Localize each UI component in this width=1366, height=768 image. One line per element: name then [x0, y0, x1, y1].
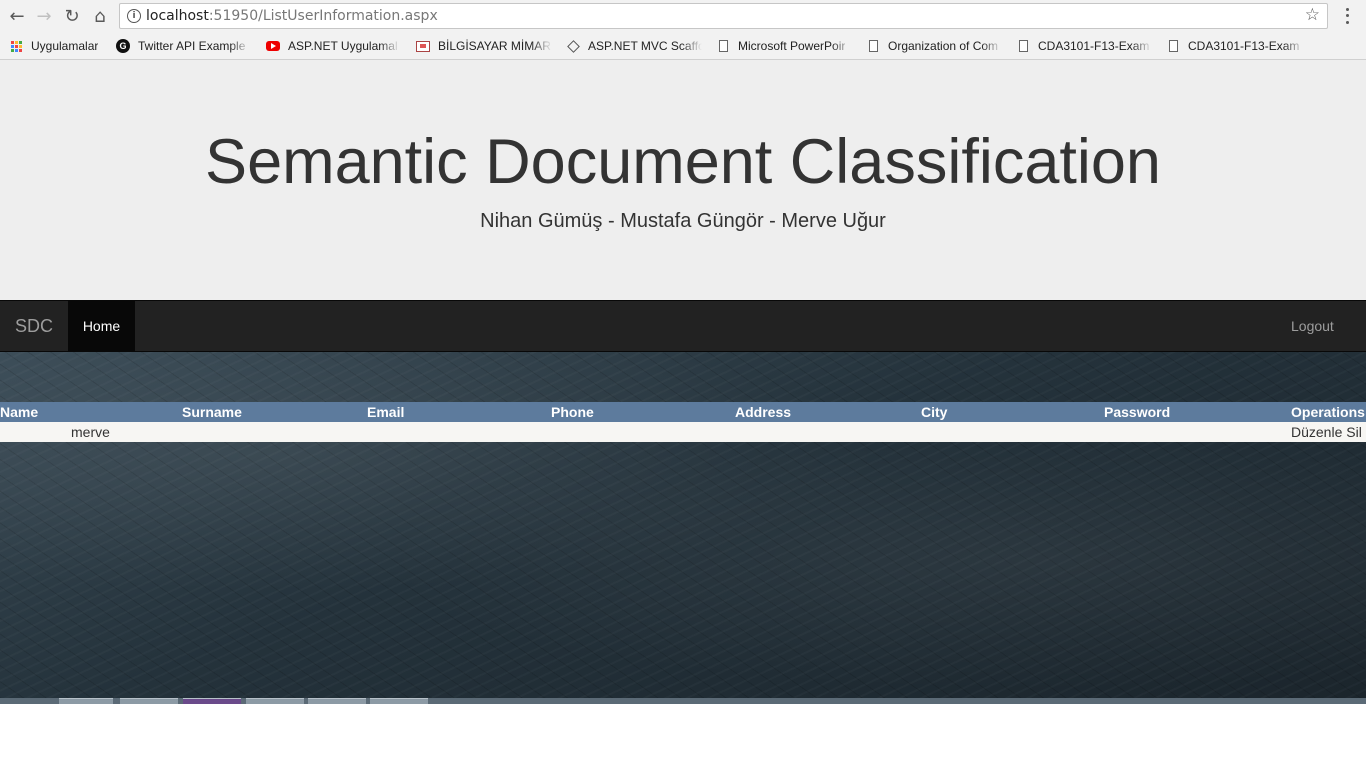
forward-arrow-icon[interactable]: → — [32, 4, 56, 28]
navbar-brand[interactable]: SDC — [15, 316, 53, 337]
diamond-icon — [566, 39, 580, 53]
cell-operations: Düzenle Sil — [1291, 422, 1366, 442]
bookmark-organization[interactable]: Organization of Com — [866, 37, 1002, 55]
delete-link[interactable]: Sil — [1346, 424, 1362, 440]
address-bar[interactable]: i localhost:51950/ListUserInformation.as… — [119, 3, 1328, 29]
taskbar-button[interactable] — [183, 698, 241, 704]
home-icon[interactable]: ⌂ — [88, 4, 112, 28]
page-title: Semantic Document Classification — [205, 127, 1161, 197]
bookmark-aspnet-mvc[interactable]: ASP.NET MVC Scaffo — [566, 37, 702, 55]
nav-logout-link[interactable]: Logout — [1291, 318, 1334, 334]
browser-toolbar: ← → ↻ ⌂ i localhost:51950/ListUserInform… — [0, 0, 1366, 32]
column-header-address: Address — [735, 402, 921, 422]
apps-grid-icon — [9, 39, 23, 53]
bookmark-star-icon[interactable]: ☆ — [1305, 5, 1320, 25]
edit-link[interactable]: Düzenle — [1291, 424, 1342, 440]
navbar: SDC Home Logout — [0, 300, 1366, 352]
column-header-operations: Operations — [1291, 402, 1366, 422]
bookmark-apps[interactable]: Uygulamalar — [9, 37, 109, 55]
browser-menu-icon[interactable] — [1340, 6, 1354, 26]
bookmark-aspnet-uygulama[interactable]: ASP.NET Uygulamal — [266, 37, 400, 55]
reload-icon[interactable]: ↻ — [60, 4, 84, 28]
column-header-surname: Surname — [182, 402, 367, 422]
column-header-phone: Phone — [551, 402, 735, 422]
info-icon[interactable]: i — [127, 9, 141, 23]
cell-email — [367, 422, 551, 442]
url-text[interactable]: localhost:51950/ListUserInformation.aspx — [146, 8, 438, 24]
taskbar-button[interactable] — [308, 698, 366, 704]
bookmarks-bar: Uygulamalar G Twitter API Example ASP.NE… — [0, 32, 1366, 60]
bookmark-cda3101-2[interactable]: CDA3101-F13-Exam — [1166, 37, 1304, 55]
cell-name: merve — [0, 422, 182, 442]
g-logo-icon: G — [116, 39, 130, 53]
user-table: Name Surname Email Phone Address City Pa… — [0, 402, 1366, 442]
cell-phone — [551, 422, 735, 442]
bookmark-twitter-api[interactable]: G Twitter API Example — [116, 37, 250, 55]
youtube-icon — [266, 41, 280, 51]
table-row: merve Düzenle Sil — [0, 422, 1366, 442]
taskbar-button[interactable] — [370, 698, 428, 704]
bookmark-cda3101-1[interactable]: CDA3101-F13-Exam — [1016, 37, 1152, 55]
cell-surname — [182, 422, 367, 442]
column-header-email: Email — [367, 402, 551, 422]
cell-address — [735, 422, 921, 442]
document-icon — [718, 40, 728, 52]
page-subtitle: Nihan Gümüş - Mustafa Güngör - Merve Uğu… — [480, 210, 886, 232]
taskbar-button[interactable] — [120, 698, 178, 704]
bookmark-bilgisayar-mimari[interactable]: BİLGİSAYAR MİMARİ — [416, 37, 552, 55]
document-icon — [868, 40, 878, 52]
document-icon — [1168, 40, 1178, 52]
column-header-city: City — [921, 402, 1104, 422]
taskbar-button[interactable] — [246, 698, 304, 704]
cell-password — [1104, 422, 1291, 442]
column-header-name: Name — [0, 402, 182, 422]
document-icon — [1018, 40, 1028, 52]
bookmark-powerpoint[interactable]: Microsoft PowerPoir — [716, 37, 852, 55]
cell-city — [921, 422, 1104, 442]
jumbotron: Semantic Document Classification Nihan G… — [0, 60, 1366, 300]
presentation-icon — [416, 40, 430, 52]
taskbar-button[interactable] — [59, 698, 113, 704]
back-arrow-icon[interactable]: ← — [5, 4, 29, 28]
column-header-password: Password — [1104, 402, 1291, 422]
nav-home-link[interactable]: Home — [68, 301, 135, 351]
table-header-row: Name Surname Email Phone Address City Pa… — [0, 402, 1366, 422]
